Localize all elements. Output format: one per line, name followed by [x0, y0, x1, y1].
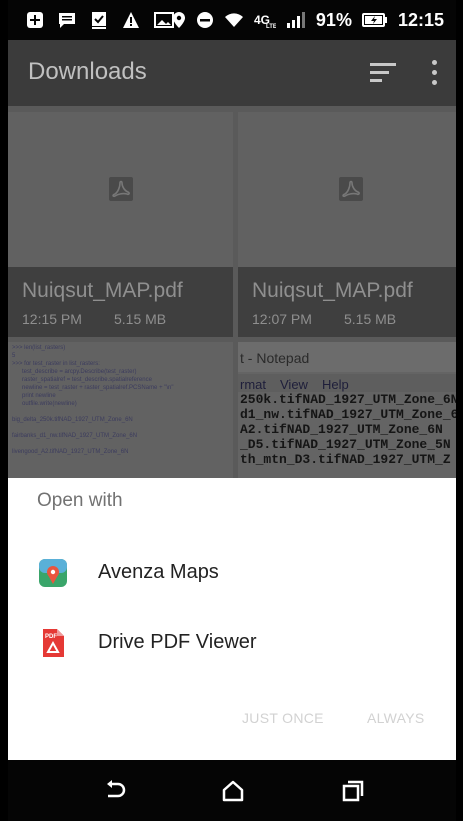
pdf-file-icon — [339, 177, 363, 201]
system-icons: 4G LTE 91% 12:15 — [172, 0, 444, 40]
notepad-line: 250k.tifNAD_1927_UTM_Zone_6N — [240, 392, 456, 407]
app-option-drive-pdf-viewer[interactable]: PDF Drive PDF Viewer — [8, 613, 456, 673]
notepad-text: 250k.tifNAD_1927_UTM_Zone_6N d1_nw.tifNAD… — [240, 392, 456, 467]
code-line: big_delta_250k.tifNAD_1927_UTM_Zone_6N — [12, 417, 133, 423]
svg-text:LTE: LTE — [266, 24, 276, 29]
recents-icon[interactable] — [340, 778, 366, 804]
code-line: fairbanks_d1_nw.tifNAD_1927_UTM_Zone_6N — [12, 433, 138, 439]
notepad-titlebar: t - Notepad — [238, 342, 456, 372]
notification-icons — [26, 0, 174, 40]
always-button[interactable]: ALWAYS — [367, 710, 425, 726]
file-size: 5.15 MB — [114, 311, 167, 327]
notepad-line: _D5.tifNAD_1927_UTM_Zone_5N — [240, 437, 451, 452]
file-time: 12:15 PM — [22, 311, 82, 327]
file-info: Nuiqsut_MAP.pdf 12:15 PM 5.15 MB — [8, 267, 233, 337]
home-icon[interactable] — [220, 778, 246, 804]
code-line: livengood_A2.tifNAD_1927_UTM_Zone_6N — [12, 449, 129, 455]
warning-icon — [123, 12, 139, 28]
notepad-line: A2.tifNAD_1927_UTM_Zone_6N — [240, 422, 443, 437]
file-tile[interactable]: Nuiqsut_MAP.pdf 12:07 PM 5.15 MB — [238, 112, 456, 337]
code-thumbnail-text: >>> len(list_rasters) 5 >>> for test_raste… — [12, 344, 174, 456]
battery-percent: 91% — [315, 9, 352, 30]
app-label: Drive PDF Viewer — [98, 631, 257, 653]
avenza-maps-icon — [38, 558, 68, 588]
back-icon[interactable] — [102, 778, 128, 804]
sheet-header: Open with — [37, 490, 123, 511]
just-once-button[interactable]: JUST ONCE — [242, 710, 324, 726]
4g-lte-icon: 4GLTE — [254, 13, 276, 29]
file-name: Nuiqsut_MAP.pdf — [22, 279, 183, 302]
file-thumbnail[interactable]: t - Notepad rmat View Help 250k.tifNAD_1… — [238, 342, 456, 478]
app-option-avenza-maps[interactable]: Avenza Maps — [8, 543, 456, 603]
file-size: 5.15 MB — [344, 311, 397, 327]
task-done-icon — [92, 12, 106, 29]
code-line: newline = test_raster + raster_spatialre… — [12, 385, 174, 391]
wifi-icon — [224, 13, 243, 27]
navigation-bar — [8, 760, 456, 821]
app-label: Avenza Maps — [98, 561, 219, 583]
message-icon — [59, 13, 75, 28]
code-line: outfile.write(newline) — [12, 401, 77, 407]
sort-icon[interactable] — [370, 63, 396, 83]
notepad-line: th_mtn_D3.tifNAD_1927_UTM_Z — [240, 452, 451, 467]
add-icon — [27, 12, 43, 28]
file-time: 12:07 PM — [252, 311, 312, 327]
code-line: test_describe = arcpy.Describe(test_rast… — [12, 369, 137, 375]
notepad-line: d1_nw.tifNAD_1927_UTM_Zone_6 — [240, 407, 456, 422]
battery-charging-icon — [361, 13, 387, 27]
notepad-menu-format: rmat — [240, 377, 266, 392]
page-title: Downloads — [28, 58, 147, 85]
notepad-menu-help: Help — [322, 377, 349, 392]
code-line: print newline — [12, 393, 56, 399]
file-name: Nuiqsut_MAP.pdf — [252, 279, 413, 302]
signal-icon — [286, 12, 305, 28]
file-info: Nuiqsut_MAP.pdf 12:07 PM 5.15 MB — [238, 267, 456, 337]
notepad-menu-view: View — [280, 377, 308, 392]
notepad-title: t - Notepad — [240, 350, 310, 366]
location-icon — [172, 12, 185, 28]
pdf-file-icon — [109, 177, 133, 201]
file-tile[interactable]: Nuiqsut_MAP.pdf 12:15 PM 5.15 MB — [8, 112, 233, 337]
notepad-menubar: rmat View Help — [238, 374, 456, 392]
open-with-sheet: Open with Avenza Maps PDF Drive PDF View… — [8, 478, 456, 760]
code-line: >>> for test_raster in list_rasters: — [12, 361, 100, 367]
code-line: 5 — [12, 353, 16, 359]
drive-pdf-viewer-icon: PDF — [38, 628, 68, 658]
clock: 12:15 — [397, 9, 444, 30]
downloads-screen: Downloads Nuiqsut_MAP.pdf 12:15 PM 5.15 … — [8, 40, 456, 478]
svg-text:PDF: PDF — [45, 634, 57, 640]
do-not-disturb-icon — [196, 12, 213, 28]
status-bar: 4G LTE 91% 12:15 — [8, 0, 456, 40]
app-toolbar: Downloads — [8, 40, 456, 106]
overflow-menu-icon[interactable] — [432, 60, 438, 86]
code-line: >>> len(list_rasters) — [12, 345, 66, 351]
code-line: raster_spatialref = test_describe.spatia… — [12, 377, 152, 383]
file-thumbnail[interactable]: >>> len(list_rasters) 5 >>> for test_raste… — [8, 342, 233, 478]
